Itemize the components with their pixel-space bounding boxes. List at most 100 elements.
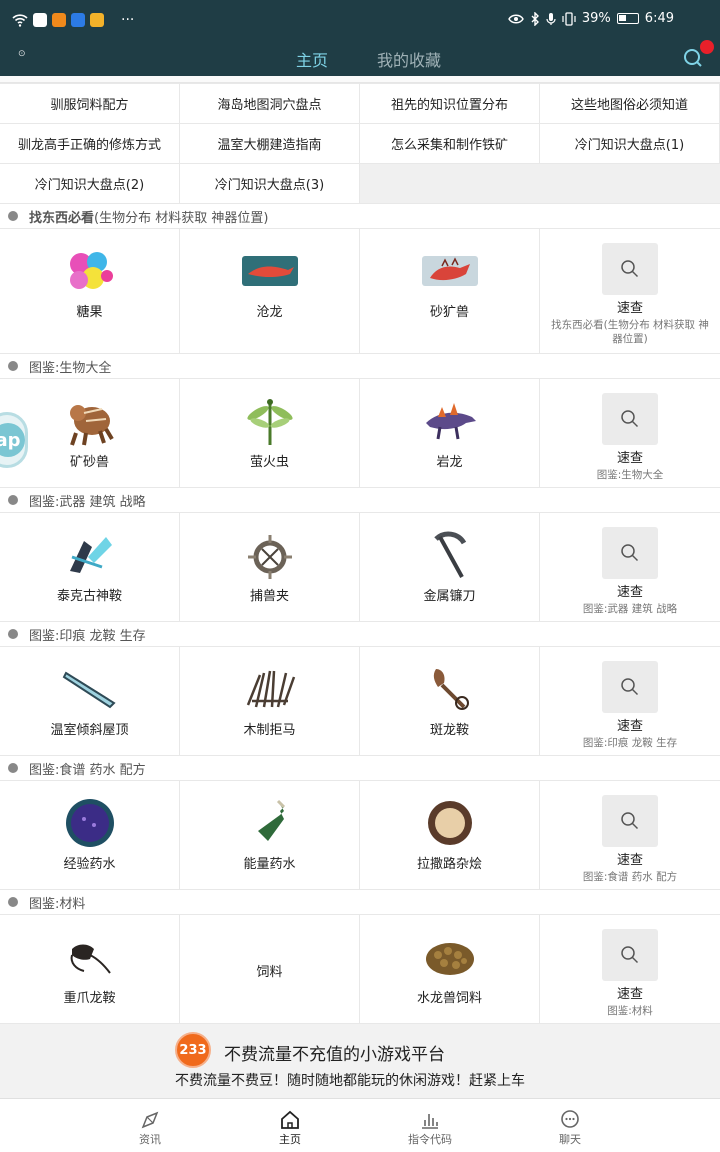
item-grid: 经验药水 能量药水 拉撒路杂烩 速查 图鉴:食谱 药水 配方 <box>0 780 720 890</box>
item-card[interactable]: 饲料 <box>180 915 360 1023</box>
item-card[interactable]: 重爪龙鞍 <box>0 915 180 1023</box>
rock-dragon-icon <box>425 403 476 440</box>
item-label: 水龙兽饲料 <box>416 991 482 1006</box>
section-title: (生物分布 材料获取 神器位置) <box>94 210 269 226</box>
nav-item-news[interactable]: 资讯 <box>110 1099 190 1152</box>
quick-search-card[interactable]: 速查 图鉴:食谱 药水 配方 <box>540 781 720 889</box>
item-grid: 温室倾斜屋顶 木制拒马 斑龙鞍 速查 图鉴:印痕 龙鞍 生存 <box>0 646 720 756</box>
banner-title: 不费流量不充值的小游戏平台 <box>224 1045 445 1065</box>
article-link[interactable]: 冷门知识大盘点(1) <box>540 124 720 164</box>
mic-icon <box>546 12 556 25</box>
quick-search-card[interactable]: 速查 找东西必看(生物分布 材料获取 神器位置) <box>540 229 720 353</box>
item-label: 重爪龙鞍 <box>63 991 116 1006</box>
tab-favorites[interactable]: 我的收藏 <box>377 47 441 71</box>
article-link[interactable]: 驯龙高手正确的修炼方式 <box>0 124 180 164</box>
quick-search-sub: 图鉴:食谱 药水 配方 <box>582 871 678 883</box>
metal-sickle-icon <box>433 531 466 578</box>
thorny-dragon-icon <box>421 256 478 286</box>
item-card[interactable]: 萤火虫 <box>180 379 360 487</box>
top-header: ⊙ 主页 我的收藏 <box>0 40 720 76</box>
banner-logo: 233 <box>175 1032 211 1068</box>
section-title: 图鉴:印痕 龙鞍 生存 <box>29 628 146 644</box>
item-label: 金属镰刀 <box>423 589 476 604</box>
nav-item-chat[interactable]: 聊天 <box>530 1099 610 1152</box>
side-badge-label: ap <box>0 423 25 457</box>
ad-banner[interactable]: 233 不费流量不充值的小游戏平台 不费流量不费豆！随时随地都能玩的休闲游戏！赶… <box>0 1024 720 1098</box>
nav-label: 指令代码 <box>408 1133 452 1146</box>
status-bar: ··· 39% 6:49 <box>0 0 720 40</box>
banner-subtitle: 不费流量不费豆！随时随地都能玩的休闲游戏！赶紧上车 <box>175 1073 525 1089</box>
top-strip <box>0 76 720 83</box>
quick-search-label: 速查 <box>616 585 643 600</box>
article-link[interactable]: 怎么采集和制作铁矿 <box>360 124 540 164</box>
search-icon <box>621 812 639 830</box>
section-title: 图鉴:武器 建筑 战略 <box>29 494 146 510</box>
bullet-icon <box>8 361 18 371</box>
energy-potion-icon <box>257 799 285 841</box>
quick-search-card[interactable]: 速查 图鉴:印痕 龙鞍 生存 <box>540 647 720 755</box>
app-notify-icon <box>71 13 85 27</box>
item-card[interactable]: 木制拒马 <box>180 647 360 755</box>
item-card[interactable]: 能量药水 <box>180 781 360 889</box>
item-label: 矿砂兽 <box>69 455 109 470</box>
item-card[interactable]: 糖果 <box>0 229 180 353</box>
article-link-grid: 驯服饲料配方 海岛地图洞穴盘点 祖先的知识位置分布 这些地图俗必须知道 驯龙高手… <box>0 83 720 204</box>
item-card[interactable]: 砂犷兽 <box>360 229 540 353</box>
item-card[interactable]: 经验药水 <box>0 781 180 889</box>
item-card[interactable]: 沧龙 <box>180 229 360 353</box>
item-card[interactable]: 泰克古神鞍 <box>0 513 180 621</box>
article-link[interactable]: 祖先的知识位置分布 <box>360 84 540 124</box>
item-card[interactable]: 水龙兽饲料 <box>360 915 540 1023</box>
empty-cell <box>360 164 540 204</box>
bottom-nav: 资讯 主页 指令代码 聊天 <box>0 1098 720 1152</box>
app-notify-icon <box>90 13 104 27</box>
compass-icon <box>141 1111 159 1129</box>
quick-search-sub: 图鉴:印痕 龙鞍 生存 <box>582 737 678 749</box>
item-label: 饲料 <box>256 964 283 980</box>
item-card[interactable]: 金属镰刀 <box>360 513 540 621</box>
article-link[interactable]: 冷门知识大盘点(3) <box>180 164 360 204</box>
item-label: 泰克古神鞍 <box>56 589 122 604</box>
floating-side-button[interactable]: ap <box>0 412 28 468</box>
article-link[interactable]: 驯服饲料配方 <box>0 84 180 124</box>
item-grid: 泰克古神鞍 捕兽夹 金属镰刀 速查 图鉴:武器 建筑 战略 <box>0 512 720 622</box>
article-link[interactable]: 冷门知识大盘点(2) <box>0 164 180 204</box>
quick-search-label: 速查 <box>616 451 643 466</box>
article-link[interactable]: 海岛地图洞穴盘点 <box>180 84 360 124</box>
item-label: 能量药水 <box>243 857 296 872</box>
article-link[interactable]: 这些地图俗必须知道 <box>540 84 720 124</box>
notification-dot <box>700 40 714 54</box>
quick-search-label: 速查 <box>616 853 643 868</box>
bluetooth-icon <box>531 11 539 26</box>
item-card[interactable]: 温室倾斜屋顶 <box>0 647 180 755</box>
section-title: 图鉴:材料 <box>29 896 86 912</box>
header-left-icon[interactable]: ⊙ <box>18 49 26 59</box>
bullet-icon <box>8 211 18 221</box>
quick-search-card[interactable]: 速查 图鉴:生物大全 <box>540 379 720 487</box>
item-label: 糖果 <box>76 305 103 320</box>
item-label: 木制拒马 <box>243 723 296 738</box>
quick-search-card[interactable]: 速查 图鉴:材料 <box>540 915 720 1023</box>
item-card[interactable]: 斑龙鞍 <box>360 647 540 755</box>
item-card[interactable]: 拉撒路杂烩 <box>360 781 540 889</box>
battery-percent: 39% <box>581 11 611 26</box>
baryonyx-saddle-icon <box>70 944 111 974</box>
section-title-bold: 找东西必看 <box>29 210 95 226</box>
main-content: 驯服饲料配方 海岛地图洞穴盘点 祖先的知识位置分布 这些地图俗必须知道 驯龙高手… <box>0 76 720 1098</box>
battery-icon <box>616 13 639 24</box>
item-label: 萤火虫 <box>249 455 289 470</box>
nav-item-home[interactable]: 主页 <box>250 1099 330 1152</box>
bullet-icon <box>8 897 18 907</box>
tab-home[interactable]: 主页 <box>296 47 328 71</box>
mantis-beast-icon <box>69 405 114 446</box>
item-label: 岩龙 <box>436 455 463 470</box>
item-label: 温室倾斜屋顶 <box>50 723 129 738</box>
search-icon <box>621 946 639 964</box>
item-card[interactable]: 岩龙 <box>360 379 540 487</box>
article-link[interactable]: 温室大棚建造指南 <box>180 124 360 164</box>
item-label: 拉撒路杂烩 <box>416 857 482 872</box>
app-notify-icon <box>52 13 66 27</box>
quick-search-card[interactable]: 速查 图鉴:武器 建筑 战略 <box>540 513 720 621</box>
nav-item-commands[interactable]: 指令代码 <box>390 1099 470 1152</box>
item-card[interactable]: 捕兽夹 <box>180 513 360 621</box>
